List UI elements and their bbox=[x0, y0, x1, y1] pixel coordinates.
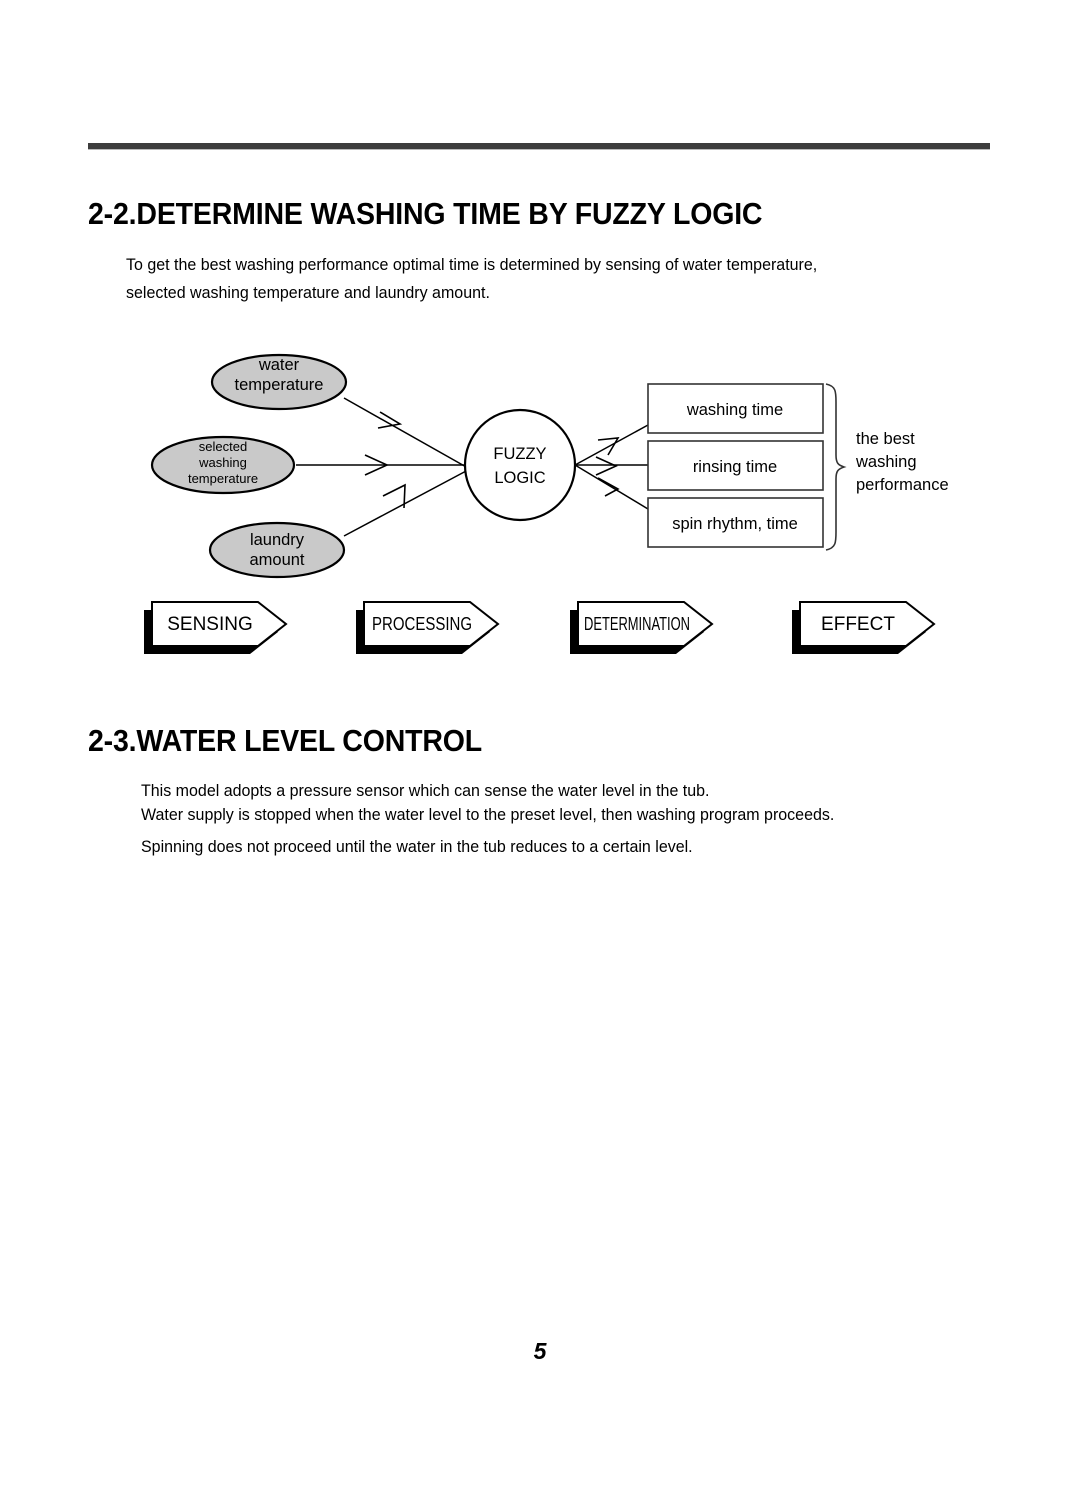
output-label: washing time bbox=[686, 401, 783, 419]
arrowhead-water-temperature bbox=[377, 411, 403, 429]
body-text-line: Water supply is stopped when the water l… bbox=[141, 806, 835, 824]
arrowhead-rinsing-time bbox=[595, 456, 618, 476]
stage-label: PROCESSING bbox=[372, 614, 472, 634]
stage-banner-determination: DETERMINATION bbox=[570, 601, 714, 654]
output-label: spin rhythm, time bbox=[672, 515, 798, 533]
output-label: rinsing time bbox=[693, 458, 777, 476]
connector-spin-rhythm-time bbox=[574, 464, 649, 510]
stage-label: DETERMINATION bbox=[584, 614, 690, 634]
effect-label: washing bbox=[855, 453, 917, 471]
effect-label: performance bbox=[856, 476, 949, 494]
processor-node-fuzzy-logic bbox=[463, 408, 577, 522]
effect-label: the best bbox=[856, 430, 915, 448]
input-label: water bbox=[258, 356, 300, 374]
input-label: temperature bbox=[188, 471, 258, 486]
input-label: selected bbox=[199, 439, 247, 454]
input-label: washing bbox=[198, 455, 247, 470]
page-title-section-2-3: 2-3.WATER LEVEL CONTROL bbox=[88, 723, 483, 758]
page-number: 5 bbox=[533, 1338, 547, 1364]
document-page: 2-2.DETERMINE WASHING TIME BY FUZZY LOGI… bbox=[0, 0, 1080, 1491]
body-text-line: This model adopts a pressure sensor whic… bbox=[141, 782, 710, 800]
stage-label: SENSING bbox=[167, 614, 253, 635]
input-label: laundry bbox=[250, 531, 305, 549]
grouping-brace bbox=[825, 383, 847, 551]
stage-banner-processing: PROCESSING bbox=[356, 601, 500, 654]
input-label: amount bbox=[249, 551, 304, 569]
processor-label: LOGIC bbox=[494, 469, 545, 487]
connector-laundry-amount bbox=[343, 469, 469, 537]
body-text-line: Spinning does not proceed until the wate… bbox=[141, 838, 693, 856]
connector-water-temperature bbox=[343, 397, 469, 469]
stage-banner-effect: EFFECT bbox=[792, 601, 936, 654]
input-label: temperature bbox=[235, 376, 324, 394]
processor-label: FUZZY bbox=[493, 445, 546, 463]
stage-banner-sensing: SENSING bbox=[144, 601, 288, 654]
connector-washing-time bbox=[574, 424, 649, 466]
stage-label: EFFECT bbox=[821, 614, 895, 635]
